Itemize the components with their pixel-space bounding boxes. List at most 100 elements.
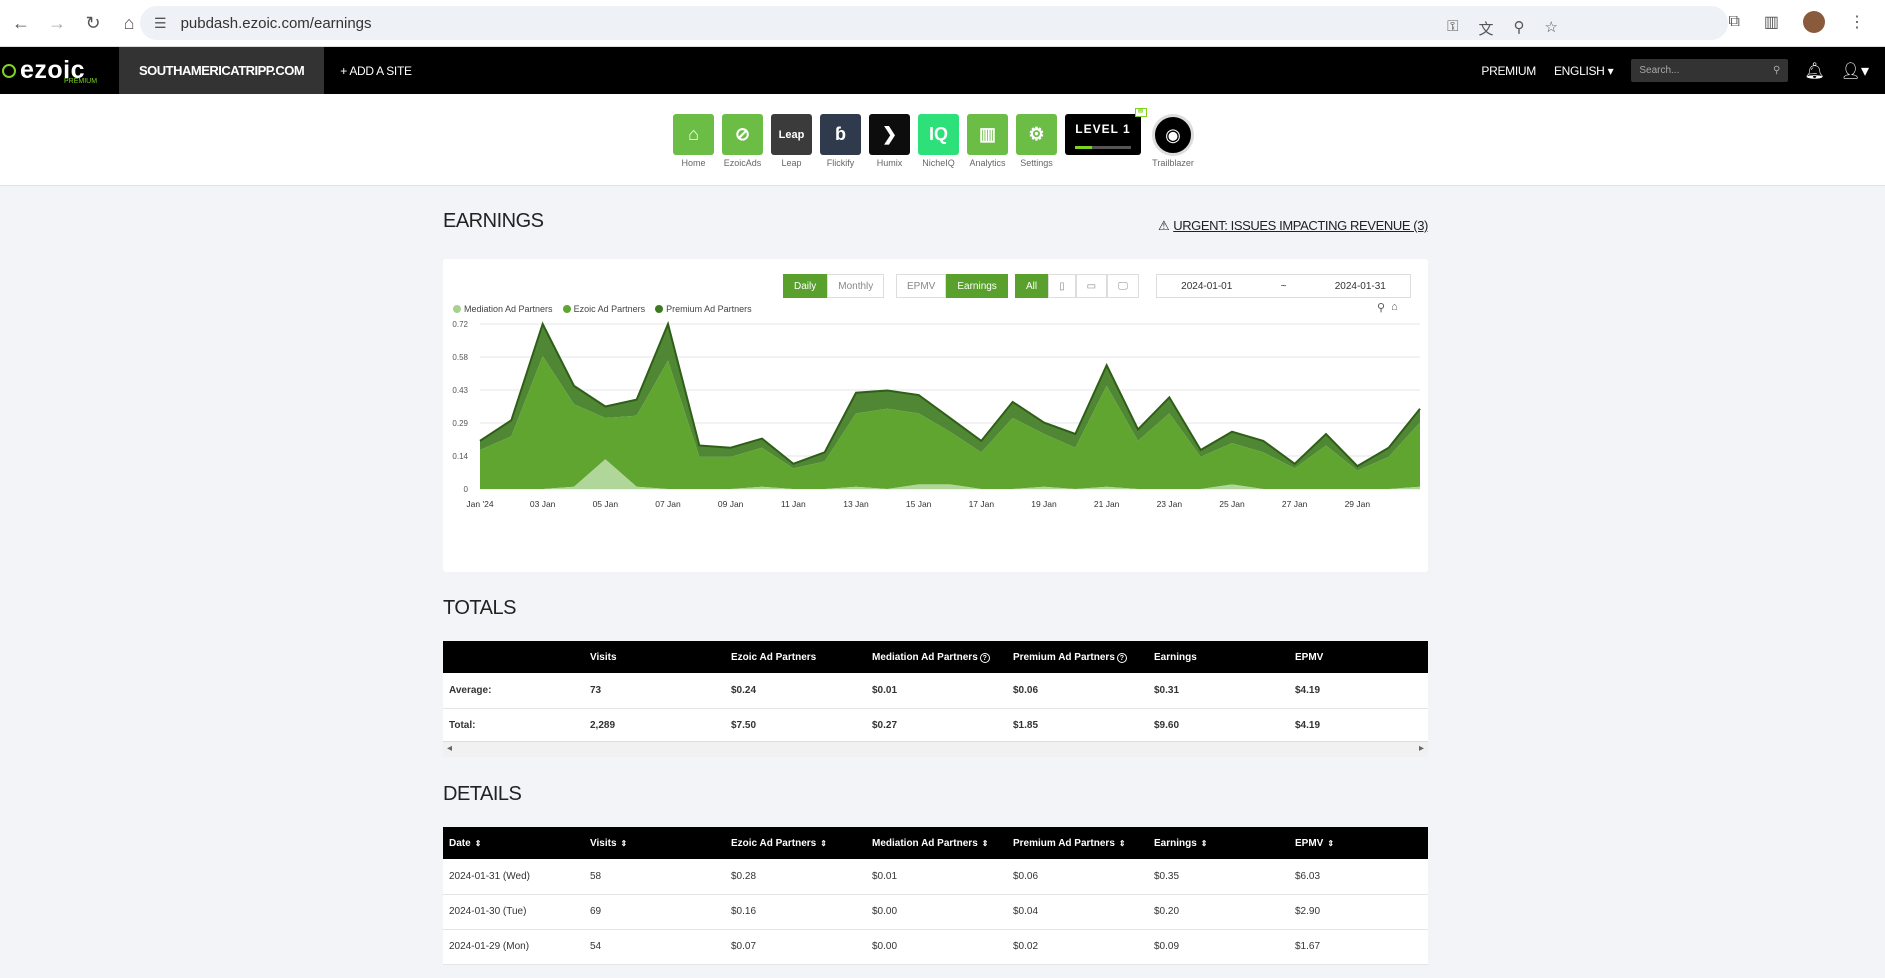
earnings-toggle[interactable]: Earnings [946,274,1008,298]
table-cell: Average: [443,673,584,709]
help-question-icon[interactable]: ? [979,652,990,663]
translate-icon[interactable]: 文 [1479,18,1494,39]
message-envelope-icon[interactable]: ✉ [1135,108,1147,117]
site-selector[interactable]: SOUTHAMERICATRIPP.COM [119,47,325,94]
sort-icon[interactable]: ⇕ [475,839,482,848]
table-row: Average: 73 $0.24 $0.01 $0.06 $0.31 $4.19 [443,673,1428,709]
app-humix[interactable]: ❯ Humix [869,114,910,168]
column-header-label: Visits [590,651,617,663]
tablet-device-icon[interactable]: ▭ [1075,274,1108,298]
all-devices-toggle[interactable]: All [1015,274,1049,298]
add-site-link[interactable]: + ADD A SITE [340,64,412,78]
reload-icon[interactable]: ↻ [78,8,108,38]
mobile-device-icon[interactable]: ▯ [1048,274,1076,298]
sort-icon[interactable]: ⇕ [1119,839,1126,848]
table-cell: 2,289 [584,708,725,744]
help-question-icon[interactable]: ? [1116,652,1127,663]
legend-item[interactable]: Premium Ad Partners [655,304,752,314]
reset-zoom-home-icon[interactable]: ⌂ [1391,301,1398,314]
ezoic-logo[interactable]: ezoic PREMIUM [0,47,119,94]
zoom-icon[interactable]: ⚲ [1514,18,1525,39]
date-separator: ~ [1280,280,1287,292]
table-cell: $0.20 [1148,894,1289,930]
profile-avatar[interactable] [1803,11,1825,33]
app-home[interactable]: ⌂ Home [673,114,714,168]
y-tick-label: 0.43 [452,386,468,395]
column-header-label: Premium Ad Partners [1013,837,1115,849]
app-label: NicheIQ [922,158,955,168]
trailblazer-app[interactable]: ◉ Trailblazer [1149,114,1197,168]
table-cell: $0.27 [866,708,1007,744]
app-ezoicads[interactable]: ⊘ EzoicAds [722,114,763,168]
sort-icon[interactable]: ⇕ [1201,839,1208,848]
table-cell: $0.02 [1007,929,1148,965]
table-row: 2024-01-29 (Mon) 54 $0.07 $0.00 $0.02 $0.09 $1… [443,929,1428,965]
y-tick-label: 0.29 [452,419,468,428]
app-nicheiq[interactable]: IQ NicheIQ [918,114,959,168]
app-flickify[interactable]: ɓ Flickify [820,114,861,168]
horizontal-scrollbar[interactable]: ◂ ▸ [443,741,1428,757]
scroll-left-icon[interactable]: ◂ [447,743,452,754]
search-input[interactable]: Search... ⚲ [1631,59,1789,82]
column-header[interactable]: Premium Ad Partners ⇕ [1007,827,1148,859]
daily-toggle[interactable]: Daily [783,274,828,298]
details-table: Date ⇕ Visits ⇕ Ezoic Ad Partners ⇕ Mediation … [443,827,1428,965]
column-header[interactable]: Date ⇕ [443,827,584,859]
epmv-toggle[interactable]: EPMV [896,274,947,298]
password-key-icon[interactable]: ⚿ [1447,18,1458,39]
side-panel-icon[interactable]: ▥ [1764,12,1779,32]
back-icon[interactable]: ← [6,8,36,38]
leap-icon: Leap [771,114,812,155]
urgent-issues-link[interactable]: ⚠ URGENT: ISSUES IMPACTING REVENUE (3) [1158,218,1428,234]
y-tick-label: 0.14 [452,452,468,461]
table-header-row: Visits Ezoic Ad Partners Mediation Ad Part… [443,641,1428,673]
table-cell: $2.90 [1289,894,1428,930]
column-header: Visits [584,641,725,673]
forward-icon[interactable]: → [42,8,72,38]
column-header[interactable]: Mediation Ad Partners ⇕ [866,827,1007,859]
language-selector[interactable]: ENGLISH ▾ [1553,63,1614,78]
sort-icon[interactable]: ⇕ [621,839,628,848]
date-range-picker[interactable]: 2024-01-01 ~ 2024-01-31 [1156,274,1411,298]
totals-table: Visits Ezoic Ad Partners Mediation Ad Part… [443,641,1428,744]
level-1-badge[interactable]: LEVEL 1 ✉ [1065,108,1147,155]
earnings-chart-card: 0 0.14 0.29 0.43 0.58 0.72 Jan '24 03 Jan 05 Jan… [443,259,1428,572]
column-header[interactable]: Ezoic Ad Partners ⇕ [725,827,866,859]
sort-icon[interactable]: ⇕ [982,839,989,848]
language-label: ENGLISH [1553,63,1605,78]
extensions-icon[interactable]: ⧉ [1728,13,1739,31]
monthly-toggle[interactable]: Monthly [827,274,885,298]
menu-kebab-icon[interactable]: ⋮ [1849,12,1865,32]
address-bar[interactable]: ☰ pubdash.ezoic.com/earnings ⚿ 文 ⚲ ☆ [140,6,1728,40]
notifications-bell-icon[interactable]: 🔔︎ [1804,61,1824,81]
legend-item[interactable]: Ezoic Ad Partners [562,304,645,314]
app-analytics[interactable]: ▥ Analytics [967,114,1008,168]
premium-link[interactable]: PREMIUM [1481,64,1536,78]
search-icon[interactable]: ⚲ [1773,65,1780,76]
app-settings[interactable]: ⚙ Settings [1016,114,1057,168]
app-leap[interactable]: Leap Leap [771,114,812,168]
bookmark-star-icon[interactable]: ☆ [1545,18,1558,39]
column-header[interactable]: EPMV ⇕ [1289,827,1428,859]
column-header[interactable]: Earnings ⇕ [1148,827,1289,859]
scroll-right-icon[interactable]: ▸ [1419,743,1424,754]
sort-icon[interactable]: ⇕ [820,839,827,848]
table-row: 2024-01-31 (Wed) 58 $0.28 $0.01 $0.06 $0.35 $6… [443,859,1428,895]
table-cell: 2024-01-29 (Mon) [443,929,584,965]
user-menu-icon[interactable]: 👤︎▾ [1841,61,1869,81]
legend-item[interactable]: Mediation Ad Partners [453,304,553,314]
desktop-device-icon[interactable]: 🖵︎ [1107,274,1139,298]
table-cell: $0.01 [866,859,1007,895]
column-header[interactable]: Visits ⇕ [584,827,725,859]
zoom-chart-icon[interactable]: ⚲ [1377,301,1385,314]
earnings-title: EARNINGS [443,210,544,232]
x-tick-label: 05 Jan [593,499,619,509]
sort-icon[interactable]: ⇕ [1327,839,1334,848]
table-cell: 54 [584,929,725,965]
table-cell: 2024-01-31 (Wed) [443,859,584,895]
table-cell: $0.28 [725,859,866,895]
x-tick-label: 21 Jan [1094,499,1120,509]
x-tick-label: 13 Jan [843,499,869,509]
site-info-icon[interactable]: ☰ [154,15,167,32]
column-header-label: Mediation Ad Partners [872,651,978,663]
